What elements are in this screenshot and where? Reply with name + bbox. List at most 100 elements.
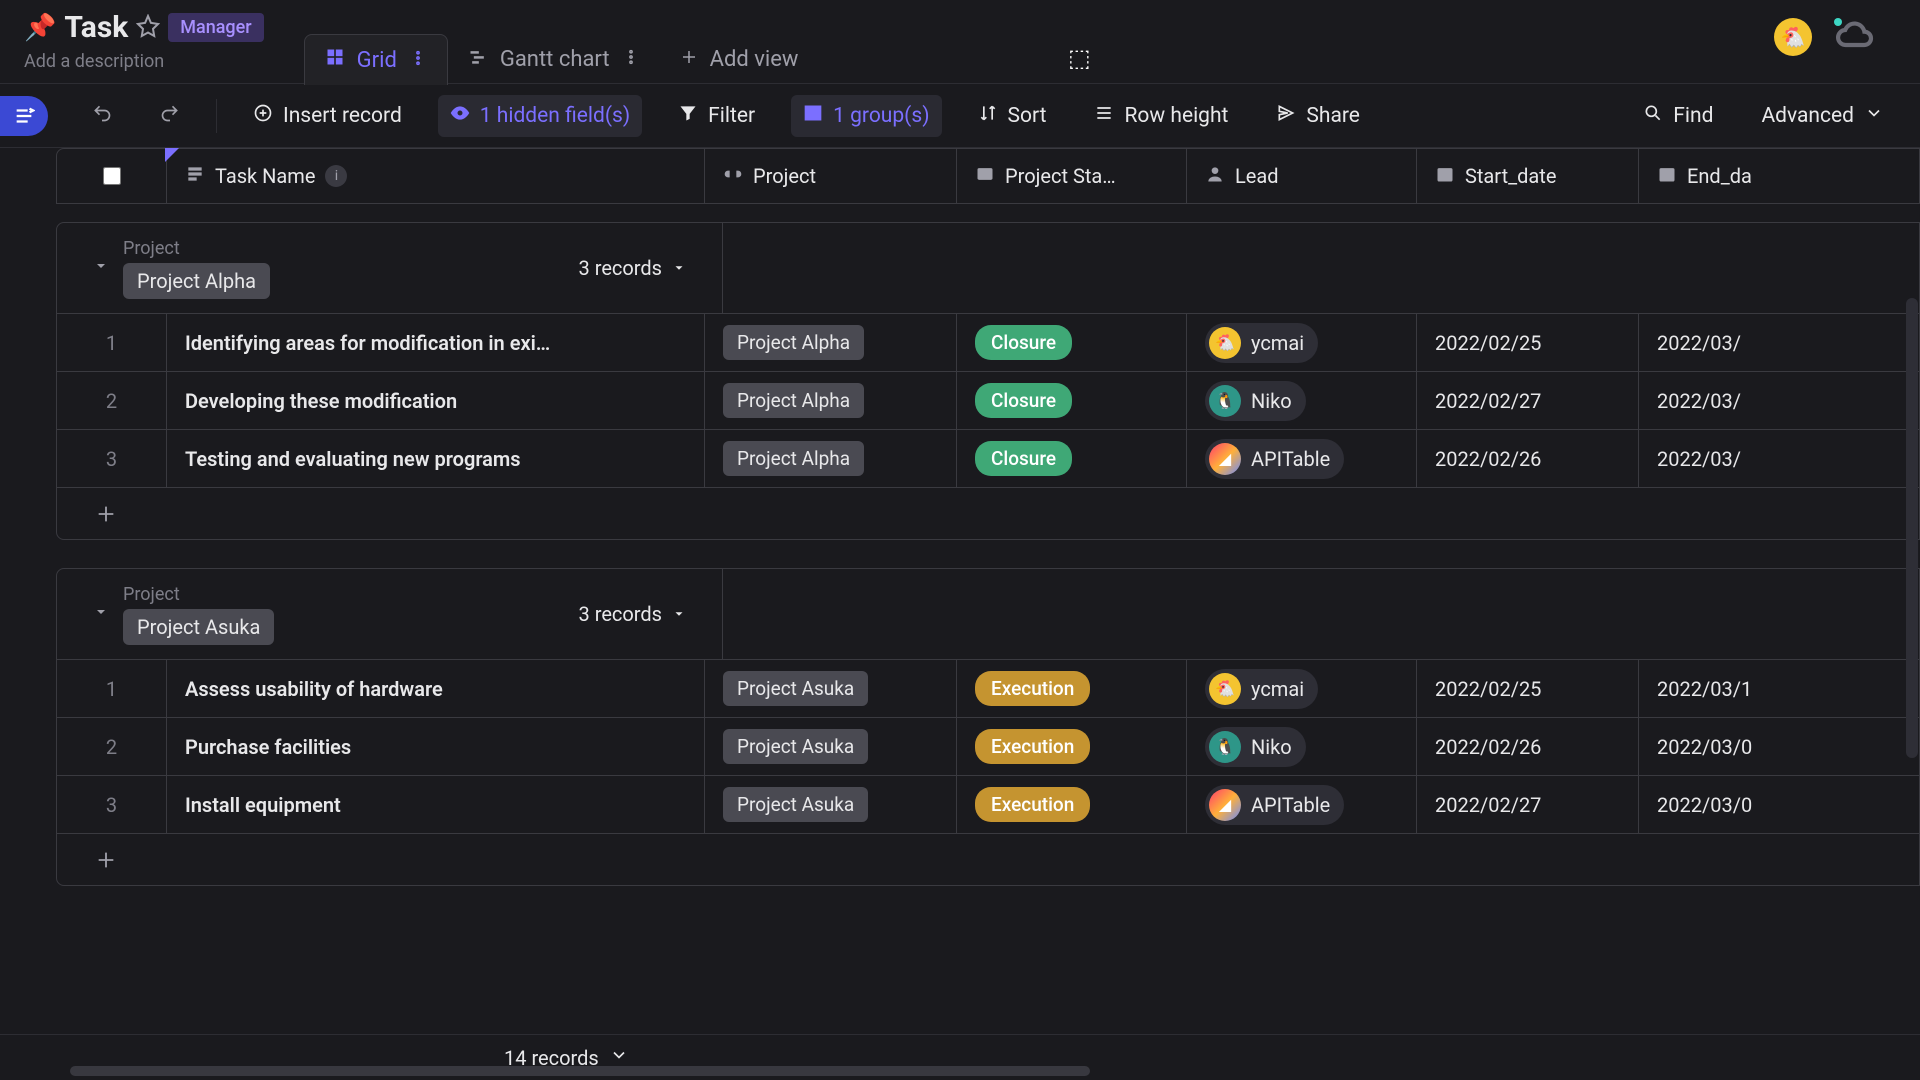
row-height-icon: [1094, 103, 1114, 129]
lead-name: APITable: [1251, 447, 1330, 471]
table-row[interactable]: 2 Purchase facilities Project Asuka Exec…: [57, 717, 1919, 775]
cell-project[interactable]: Project Alpha: [705, 372, 957, 429]
column-project-status-label: Project Sta…: [1005, 164, 1116, 188]
cell-task-name[interactable]: Assess usability of hardware: [167, 660, 705, 717]
sync-status[interactable]: [1836, 20, 1876, 54]
tab-grid-menu-icon[interactable]: [409, 48, 427, 73]
cell-lead[interactable]: 🐧 Niko: [1187, 372, 1417, 429]
add-view-button[interactable]: Add view: [660, 35, 819, 84]
cell-end-date[interactable]: 2022/03/: [1639, 430, 1799, 487]
advanced-label: Advanced: [1761, 104, 1854, 128]
insert-record-button[interactable]: Insert record: [241, 95, 414, 137]
expand-sidebar-button[interactable]: [0, 96, 48, 136]
row-index[interactable]: 3: [57, 430, 167, 487]
row-index[interactable]: 2: [57, 718, 167, 775]
group-button[interactable]: 1 group(s): [791, 95, 941, 137]
cell-end-date[interactable]: 2022/03/: [1639, 372, 1799, 429]
share-label: Share: [1306, 104, 1360, 128]
collapse-icon[interactable]: [93, 258, 109, 278]
add-row-button[interactable]: [57, 833, 1919, 885]
info-icon[interactable]: i: [325, 165, 347, 187]
column-project[interactable]: Project: [705, 149, 957, 203]
cell-status[interactable]: Execution: [957, 660, 1187, 717]
column-task-name[interactable]: Task Name i: [167, 149, 705, 203]
cell-start-date[interactable]: 2022/02/27: [1417, 372, 1639, 429]
group-record-count[interactable]: 3 records: [579, 256, 686, 280]
share-button[interactable]: Share: [1264, 95, 1372, 137]
filter-button[interactable]: Filter: [666, 95, 767, 137]
cell-lead[interactable]: ◢ APITable: [1187, 430, 1417, 487]
tab-gantt-menu-icon[interactable]: [622, 47, 640, 72]
table-row[interactable]: 3 Testing and evaluating new programs Pr…: [57, 429, 1919, 487]
group-header[interactable]: Project Project Alpha 3 records: [57, 223, 1919, 313]
cell-end-date[interactable]: 2022/03/: [1639, 314, 1799, 371]
cell-start-date[interactable]: 2022/02/26: [1417, 718, 1639, 775]
row-index[interactable]: 3: [57, 776, 167, 833]
table-row[interactable]: 1 Assess usability of hardware Project A…: [57, 659, 1919, 717]
cell-project[interactable]: Project Asuka: [705, 660, 957, 717]
cell-start-date[interactable]: 2022/02/27: [1417, 776, 1639, 833]
row-index[interactable]: 1: [57, 314, 167, 371]
find-button[interactable]: Find: [1631, 95, 1725, 137]
add-row-button[interactable]: [57, 487, 1919, 539]
tab-gantt[interactable]: Gantt chart: [448, 35, 660, 85]
cell-status[interactable]: Execution: [957, 776, 1187, 833]
hidden-fields-button[interactable]: 1 hidden field(s): [438, 95, 642, 137]
select-all-checkbox[interactable]: [103, 167, 121, 185]
horizontal-scrollbar[interactable]: [70, 1066, 1090, 1076]
collapse-icon[interactable]: [93, 604, 109, 624]
pin-icon: 📌: [24, 15, 56, 41]
description-placeholder[interactable]: Add a description: [24, 51, 264, 72]
group-record-count[interactable]: 3 records: [579, 602, 686, 626]
cell-lead[interactable]: 🐔 ycmai: [1187, 314, 1417, 371]
cell-start-date[interactable]: 2022/02/26: [1417, 430, 1639, 487]
sort-button[interactable]: Sort: [966, 95, 1059, 137]
plus-icon: [680, 47, 698, 72]
table-row[interactable]: 3 Install equipment Project Asuka Execut…: [57, 775, 1919, 833]
select-all-cell[interactable]: [57, 149, 167, 203]
vertical-scrollbar[interactable]: [1906, 298, 1918, 758]
cell-task-name[interactable]: Identifying areas for modification in ex…: [167, 314, 705, 371]
cell-project[interactable]: Project Alpha: [705, 314, 957, 371]
redo-button[interactable]: [148, 95, 192, 137]
cell-status[interactable]: Execution: [957, 718, 1187, 775]
cell-project[interactable]: Project Asuka: [705, 776, 957, 833]
row-index[interactable]: 2: [57, 372, 167, 429]
cell-start-date[interactable]: 2022/02/25: [1417, 660, 1639, 717]
share-icon: [1276, 103, 1296, 129]
tab-grid[interactable]: Grid: [304, 34, 448, 85]
table-row[interactable]: 1 Identifying areas for modification in …: [57, 313, 1919, 371]
cell-end-date[interactable]: 2022/03/1: [1639, 660, 1799, 717]
column-project-status[interactable]: Project Sta…: [957, 149, 1187, 203]
cell-lead[interactable]: 🐧 Niko: [1187, 718, 1417, 775]
row-height-button[interactable]: Row height: [1082, 95, 1240, 137]
cell-end-date[interactable]: 2022/03/0: [1639, 718, 1799, 775]
cell-lead[interactable]: ◢ APITable: [1187, 776, 1417, 833]
cell-task-name[interactable]: Developing these modification: [167, 372, 705, 429]
add-view-label: Add view: [710, 47, 799, 72]
cell-project[interactable]: Project Alpha: [705, 430, 957, 487]
table-row[interactable]: 2 Developing these modification Project …: [57, 371, 1919, 429]
lead-chip: 🐔 ycmai: [1205, 669, 1318, 709]
cell-end-date[interactable]: 2022/03/0: [1639, 776, 1799, 833]
row-index[interactable]: 1: [57, 660, 167, 717]
cell-task-name[interactable]: Testing and evaluating new programs: [167, 430, 705, 487]
cell-project[interactable]: Project Asuka: [705, 718, 957, 775]
column-lead-label: Lead: [1235, 164, 1279, 188]
chevron-down-icon: [1864, 103, 1884, 129]
user-avatar[interactable]: 🐔: [1774, 18, 1812, 56]
column-start-date[interactable]: Start_date: [1417, 149, 1639, 203]
cell-start-date[interactable]: 2022/02/25: [1417, 314, 1639, 371]
cell-lead[interactable]: 🐔 ycmai: [1187, 660, 1417, 717]
cell-status[interactable]: Closure: [957, 314, 1187, 371]
cell-task-name[interactable]: Purchase facilities: [167, 718, 705, 775]
column-end-date[interactable]: End_da: [1639, 149, 1799, 203]
group-header[interactable]: Project Project Asuka 3 records: [57, 569, 1919, 659]
cell-task-name[interactable]: Install equipment: [167, 776, 705, 833]
cell-status[interactable]: Closure: [957, 430, 1187, 487]
star-icon[interactable]: [136, 14, 160, 42]
column-lead[interactable]: Lead: [1187, 149, 1417, 203]
cell-status[interactable]: Closure: [957, 372, 1187, 429]
advanced-button[interactable]: Advanced: [1749, 95, 1896, 137]
undo-button[interactable]: [80, 95, 124, 137]
